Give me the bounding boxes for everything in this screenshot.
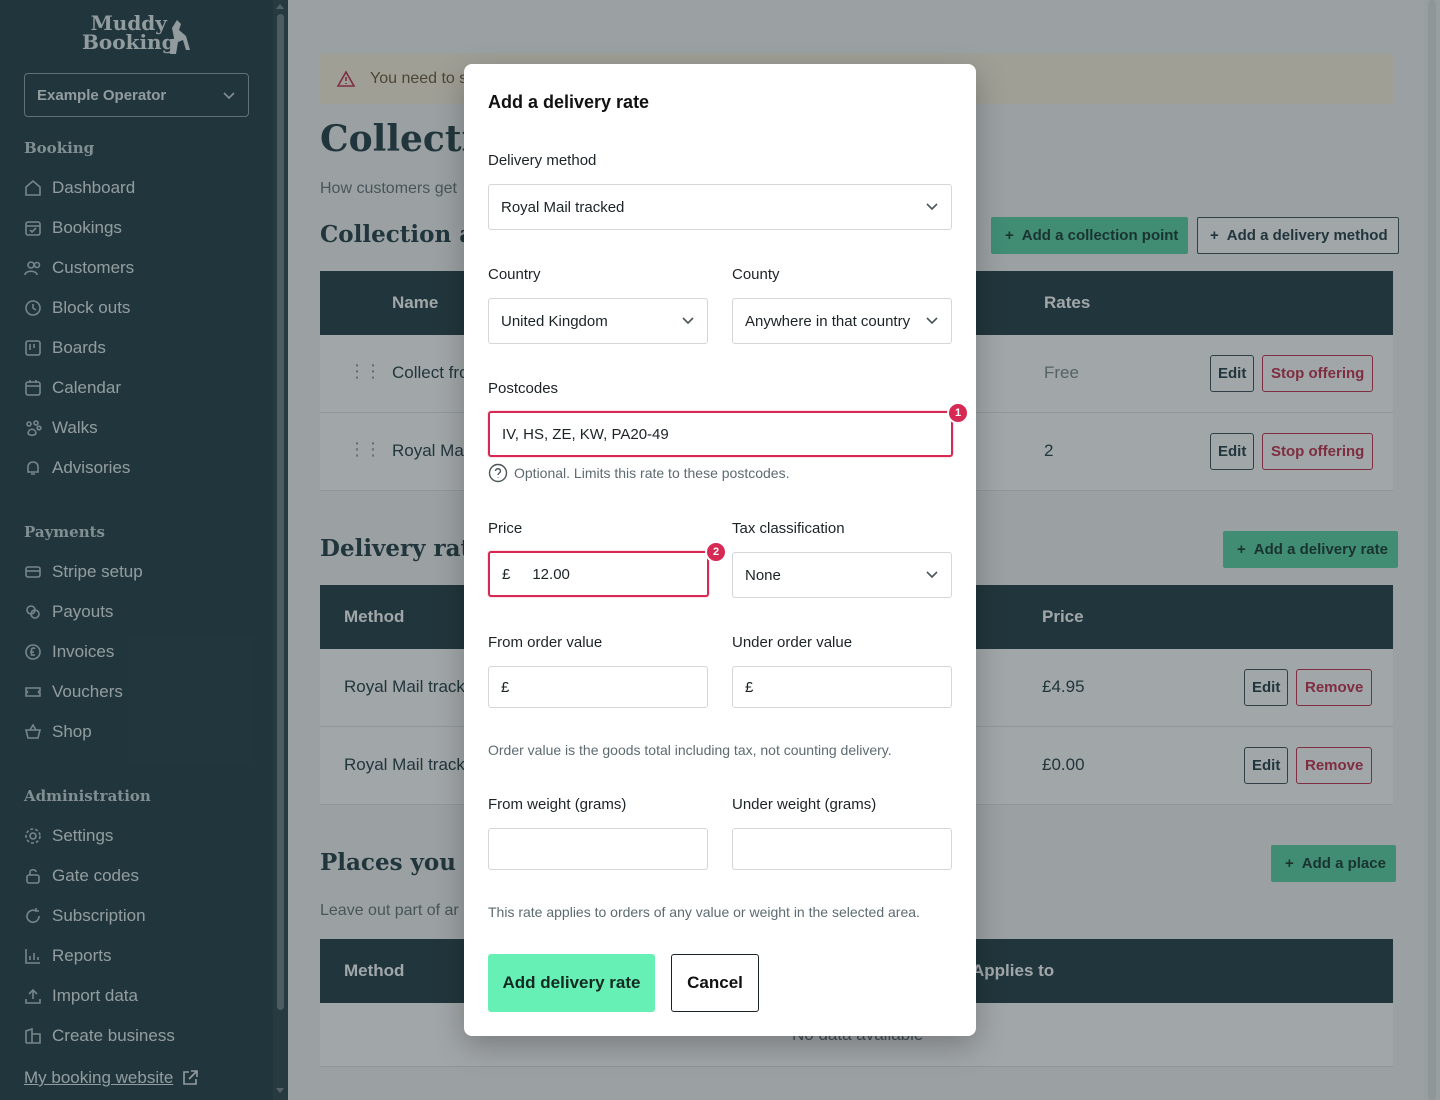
error-badge-2: 2 <box>705 541 727 563</box>
postcodes-hint: Optional. Limits this rate to these post… <box>488 463 789 483</box>
price-input[interactable]: £ 12.00 <box>488 551 709 597</box>
postcodes-label: Postcodes <box>488 380 559 397</box>
delivery-method-value: Royal Mail tracked <box>501 198 625 216</box>
under-order-value-input[interactable]: £ <box>732 666 952 708</box>
county-label: County <box>732 266 780 283</box>
from-order-currency-prefix: £ <box>501 678 510 696</box>
postcodes-value: IV, HS, ZE, KW, PA20-49 <box>502 425 669 443</box>
from-weight-label: From weight (grams) <box>488 796 627 813</box>
add-delivery-rate-submit-button[interactable]: Add delivery rate <box>488 954 655 1012</box>
county-select[interactable]: Anywhere in that country <box>732 298 952 344</box>
under-weight-input[interactable] <box>732 828 952 870</box>
postcodes-input[interactable]: IV, HS, ZE, KW, PA20-49 <box>488 411 953 457</box>
tax-classification-value: None <box>745 566 781 584</box>
price-value: 12.00 <box>532 565 570 583</box>
from-order-value-input[interactable]: £ <box>488 666 708 708</box>
error-badge-1: 1 <box>947 402 969 424</box>
chevron-down-icon <box>926 571 938 579</box>
order-value-hint: Order value is the goods total including… <box>488 742 892 758</box>
under-order-value-label: Under order value <box>732 634 853 651</box>
from-weight-input[interactable] <box>488 828 708 870</box>
postcodes-hint-text: Optional. Limits this rate to these post… <box>514 465 790 481</box>
delivery-method-select[interactable]: Royal Mail tracked <box>488 184 952 230</box>
chevron-down-icon <box>682 317 694 325</box>
delivery-method-label: Delivery method <box>488 152 597 169</box>
price-label: Price <box>488 520 523 537</box>
help-circle-icon <box>488 463 508 483</box>
price-currency-prefix: £ <box>502 565 511 583</box>
applies-hint: This rate applies to orders of any value… <box>488 904 920 920</box>
from-order-value-label: From order value <box>488 634 603 651</box>
under-order-currency-prefix: £ <box>745 678 754 696</box>
add-delivery-rate-dialog: Add a delivery rate Delivery method Roya… <box>464 64 976 1036</box>
county-value: Anywhere in that country <box>745 312 911 330</box>
chevron-down-icon <box>926 203 938 211</box>
tax-classification-select[interactable]: None <box>732 552 952 598</box>
under-weight-label: Under weight (grams) <box>732 796 877 813</box>
tax-classification-label: Tax classification <box>732 520 845 537</box>
chevron-down-icon <box>926 317 938 325</box>
country-label: Country <box>488 266 541 283</box>
country-select[interactable]: United Kingdom <box>488 298 708 344</box>
cancel-button[interactable]: Cancel <box>671 954 759 1012</box>
dialog-title: Add a delivery rate <box>488 92 650 112</box>
country-value: United Kingdom <box>501 312 608 330</box>
